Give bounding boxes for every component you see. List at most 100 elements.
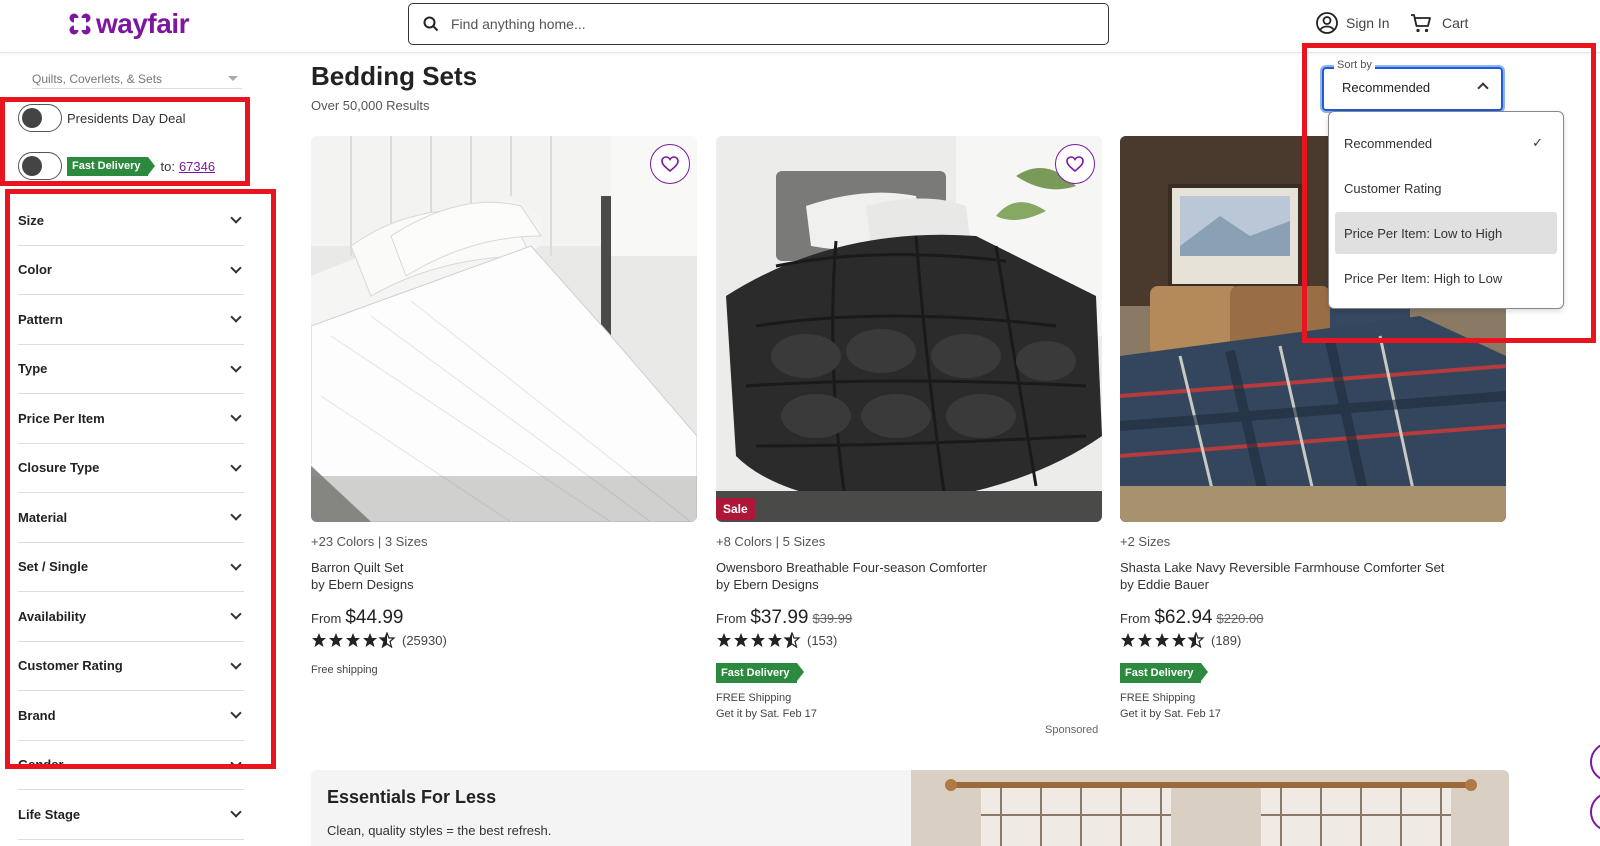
account-icon (1316, 12, 1338, 34)
sort-option-recommended[interactable]: Recommended ✓ (1335, 122, 1557, 164)
wayfair-logo[interactable]: wayfair (68, 8, 190, 40)
price-row: From $37.99 $39.99 (716, 607, 1102, 629)
shipping-info: FREE Shipping Get it by Sat. Feb 17 (1120, 690, 1506, 722)
product-title[interactable]: Shasta Lake Navy Reversible Farmhouse Co… (1120, 559, 1506, 576)
shipping-note: Free shipping (311, 664, 378, 676)
side-action-button[interactable] (1590, 792, 1600, 832)
filter-gender[interactable]: Gender (18, 741, 244, 790)
chevron-down-icon (230, 460, 242, 472)
chevron-down-icon (230, 559, 242, 571)
search-icon (423, 16, 439, 32)
star-rating-icon (1120, 632, 1208, 648)
filter-label: Material (18, 509, 68, 525)
essentials-banner[interactable]: Essentials For Less Clean, quality style… (311, 770, 1509, 846)
banner-title: Essentials For Less (327, 787, 497, 807)
sort-option-price-low-high[interactable]: Price Per Item: Low to High (1335, 212, 1557, 254)
filter-material[interactable]: Material (18, 493, 244, 543)
product-title[interactable]: Barron Quilt Set (311, 559, 697, 576)
chevron-down-icon (230, 658, 242, 670)
filter-label: Pattern (18, 311, 63, 327)
filter-set-single[interactable]: Set / Single (18, 543, 244, 592)
filter-label: Brand (18, 707, 56, 723)
sign-in-button[interactable]: Sign In (1316, 12, 1390, 34)
product-title[interactable]: Owensboro Breathable Four-season Comfort… (716, 559, 1102, 576)
chevron-down-icon (230, 608, 242, 620)
page-title: Bedding Sets (311, 61, 478, 91)
star-rating-icon (311, 632, 399, 648)
product-name[interactable]: Barron Quilt Set by Ebern Designs (311, 559, 697, 593)
side-action-button[interactable] (1590, 742, 1600, 782)
sort-option-label: Price Per Item: Low to High (1344, 225, 1503, 241)
zip-code-link[interactable]: 67346 (179, 159, 215, 174)
presidents-day-toggle-row: Presidents Day Deal (18, 104, 186, 132)
review-count[interactable]: (153) (807, 633, 837, 648)
filter-life-stage[interactable]: Life Stage (18, 790, 244, 840)
from-label: From (1120, 611, 1151, 626)
product-name[interactable]: Shasta Lake Navy Reversible Farmhouse Co… (1120, 559, 1506, 593)
delivery-date-text: Get it by Sat. Feb 17 (716, 708, 817, 720)
product-price: $37.99 (750, 607, 809, 628)
product-brand: by Ebern Designs (716, 577, 819, 592)
filter-pattern[interactable]: Pattern (18, 295, 244, 345)
sort-option-label: Recommended (1344, 135, 1433, 151)
favorite-heart-icon[interactable] (1055, 144, 1095, 184)
delivery-date-text: Get it by Sat. Feb 17 (1120, 708, 1221, 720)
search-input[interactable]: Find anything home... (408, 3, 1109, 45)
review-count[interactable]: (189) (1211, 633, 1241, 648)
filter-type[interactable]: Type (18, 345, 244, 394)
filter-label: Customer Rating (18, 658, 123, 674)
filter-closure-type[interactable]: Closure Type (18, 444, 244, 493)
review-count[interactable]: (25930) (402, 633, 447, 648)
logo-icon (69, 13, 91, 35)
filter-availability[interactable]: Availability (18, 592, 244, 642)
chevron-down-icon (230, 707, 242, 719)
filter-price-per-item[interactable]: Price Per Item (18, 394, 244, 444)
presidents-day-toggle[interactable] (18, 104, 62, 132)
product-name[interactable]: Owensboro Breathable Four-season Comfort… (716, 559, 1102, 593)
product-card[interactable]: +23 Colors | 3 Sizes Barron Quilt Set by… (311, 136, 697, 676)
black-comforter-bed-image (716, 136, 1102, 522)
fast-delivery-row: Fast Delivery (1120, 663, 1506, 683)
price-row: From $44.99 (311, 607, 697, 629)
fast-delivery-toggle[interactable] (18, 152, 62, 180)
product-card[interactable]: Sale +8 Colors | 5 Sizes Owensboro Breat… (716, 136, 1102, 722)
filter-color[interactable]: Color (18, 246, 244, 295)
product-image[interactable] (311, 136, 697, 522)
filter-customer-rating[interactable]: Customer Rating (18, 642, 244, 691)
product-price: $62.94 (1154, 607, 1213, 628)
white-quilt-bed-image (311, 136, 697, 522)
filter-size[interactable]: Size (18, 196, 244, 246)
sort-option-customer-rating[interactable]: Customer Rating (1335, 167, 1557, 209)
breadcrumb-caret-icon (228, 76, 238, 81)
product-brand: by Eddie Bauer (1120, 577, 1209, 592)
product-brand: by Ebern Designs (311, 577, 414, 592)
sort-option-label: Customer Rating (1344, 180, 1442, 196)
original-price: $39.99 (812, 611, 853, 626)
filter-label: Closure Type (18, 460, 100, 476)
rating-row: (25930) (311, 632, 697, 648)
fast-delivery-row: Fast Delivery (716, 663, 1102, 683)
sort-label: Sort by (1334, 59, 1375, 71)
cart-label: Cart (1442, 15, 1469, 31)
curtains-image (911, 770, 1509, 846)
sale-badge: Sale (716, 498, 755, 520)
filter-label: Set / Single (18, 559, 89, 575)
product-image[interactable]: Sale (716, 136, 1102, 522)
rating-row: (153) (716, 632, 1102, 648)
filter-list: Size Color Pattern Type Price Per Item C… (18, 196, 244, 840)
chevron-down-icon (230, 361, 242, 373)
chevron-down-icon (230, 757, 242, 769)
fast-delivery-toggle-row: Fast Delivery to: 67346 (18, 152, 215, 180)
breadcrumb[interactable]: Quilts, Coverlets, & Sets (32, 72, 242, 89)
favorite-heart-icon[interactable] (650, 144, 690, 184)
cart-button[interactable]: Cart (1410, 12, 1468, 34)
from-label: From (311, 611, 342, 626)
filter-brand[interactable]: Brand (18, 691, 244, 741)
chevron-down-icon (230, 806, 242, 818)
checkmark-icon: ✓ (1532, 135, 1543, 150)
cart-icon (1411, 14, 1431, 33)
site-header: wayfair Find anything home... Sign In Ca… (0, 0, 1600, 53)
filter-label: Type (18, 361, 48, 377)
star-rating-icon (716, 632, 804, 648)
sort-option-price-high-low[interactable]: Price Per Item: High to Low (1335, 257, 1557, 299)
